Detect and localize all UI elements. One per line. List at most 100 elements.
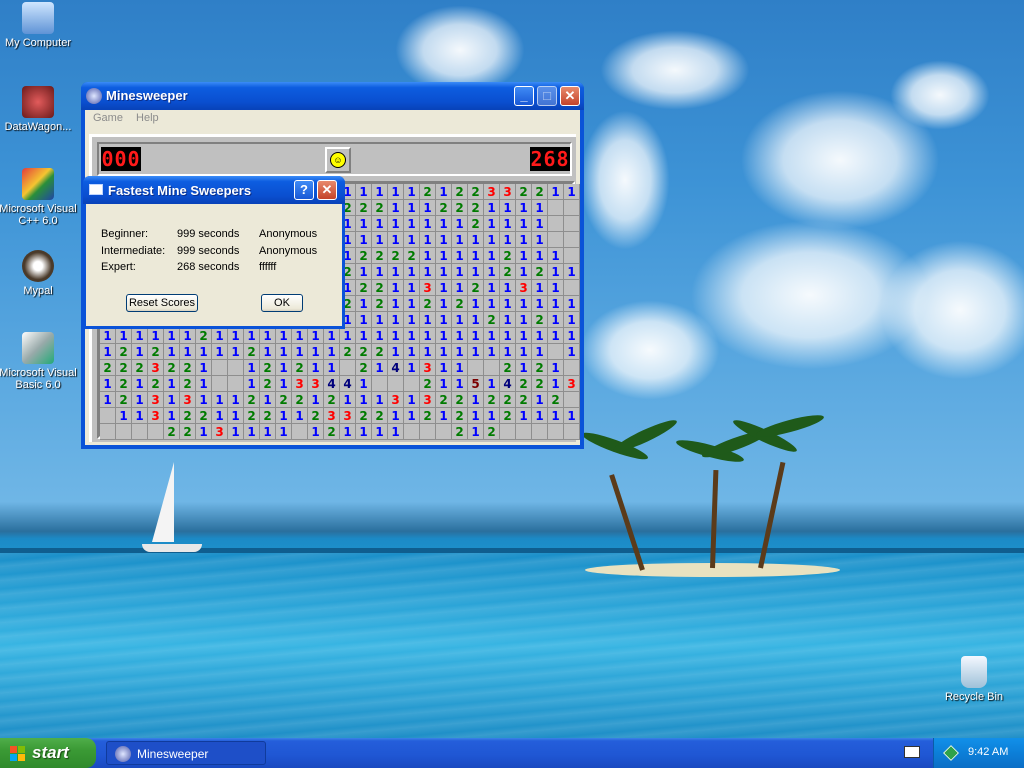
cell-number[interactable]: 1 (548, 328, 564, 344)
cell-number[interactable]: 1 (468, 328, 484, 344)
cell-number[interactable]: 1 (356, 424, 372, 440)
cell-number[interactable]: 1 (404, 280, 420, 296)
cell-number[interactable]: 1 (516, 344, 532, 360)
cell-number[interactable]: 2 (548, 392, 564, 408)
cell-number[interactable]: 1 (564, 408, 580, 424)
cell-number[interactable]: 1 (356, 392, 372, 408)
cell-number[interactable]: 1 (484, 296, 500, 312)
cell-number[interactable]: 1 (356, 264, 372, 280)
cell-number[interactable]: 1 (468, 392, 484, 408)
dialog-title-bar[interactable]: Fastest Mine Sweepers ? ✕ (83, 176, 345, 204)
cell-number[interactable]: 2 (324, 424, 340, 440)
cell-number[interactable]: 1 (548, 184, 564, 200)
cell-number[interactable]: 1 (548, 296, 564, 312)
cell-number[interactable]: 1 (468, 408, 484, 424)
cell-number[interactable]: 1 (308, 344, 324, 360)
cell-number[interactable]: 1 (484, 216, 500, 232)
cell-empty[interactable] (404, 424, 420, 440)
cell-number[interactable]: 2 (404, 248, 420, 264)
cell-number[interactable]: 1 (468, 232, 484, 248)
cell-number[interactable]: 1 (388, 232, 404, 248)
cell-number[interactable]: 1 (356, 312, 372, 328)
cell-number[interactable]: 1 (276, 360, 292, 376)
cell-number[interactable]: 1 (516, 408, 532, 424)
cell-number[interactable]: 1 (212, 328, 228, 344)
cell-number[interactable]: 2 (356, 248, 372, 264)
cell-number[interactable]: 2 (372, 200, 388, 216)
cell-number[interactable]: 1 (308, 424, 324, 440)
cell-number[interactable]: 2 (148, 344, 164, 360)
cell-number[interactable]: 1 (388, 312, 404, 328)
cell-number[interactable]: 1 (532, 296, 548, 312)
cell-number[interactable]: 1 (564, 312, 580, 328)
cell-number[interactable]: 1 (436, 344, 452, 360)
cell-number[interactable]: 1 (452, 216, 468, 232)
cell-number[interactable]: 1 (420, 312, 436, 328)
cell-number[interactable]: 1 (292, 408, 308, 424)
cell-number[interactable]: 1 (324, 360, 340, 376)
cell-empty[interactable] (564, 248, 580, 264)
cell-number[interactable]: 3 (420, 392, 436, 408)
new-game-button[interactable]: ☺ (325, 147, 351, 173)
cell-number[interactable]: 1 (340, 424, 356, 440)
cell-number[interactable]: 1 (404, 328, 420, 344)
ok-button[interactable]: OK (261, 294, 303, 312)
cell-number[interactable]: 1 (516, 360, 532, 376)
cell-number[interactable]: 1 (372, 184, 388, 200)
cell-number[interactable]: 1 (484, 200, 500, 216)
cell-number[interactable]: 1 (420, 200, 436, 216)
cell-empty[interactable] (468, 360, 484, 376)
cell-number[interactable]: 1 (484, 344, 500, 360)
cell-number[interactable]: 1 (292, 344, 308, 360)
clock[interactable]: 9:42 AM (968, 746, 1008, 758)
taskbar-item-minesweeper[interactable]: Minesweeper (106, 741, 266, 765)
cell-number[interactable]: 2 (324, 392, 340, 408)
cell-number[interactable]: 2 (452, 200, 468, 216)
cell-number[interactable]: 3 (500, 184, 516, 200)
cell-number[interactable]: 2 (500, 264, 516, 280)
cell-number[interactable]: 2 (180, 376, 196, 392)
cell-empty[interactable] (388, 376, 404, 392)
cell-number[interactable]: 1 (132, 344, 148, 360)
cell-number[interactable]: 2 (516, 376, 532, 392)
cell-number[interactable]: 1 (308, 328, 324, 344)
cell-number[interactable]: 1 (388, 344, 404, 360)
cell-number[interactable]: 1 (404, 408, 420, 424)
cell-number[interactable]: 1 (500, 280, 516, 296)
cell-number[interactable]: 3 (420, 360, 436, 376)
cell-number[interactable]: 2 (420, 408, 436, 424)
cell-number[interactable]: 1 (324, 328, 340, 344)
cell-number[interactable]: 1 (420, 232, 436, 248)
cell-number[interactable]: 1 (564, 264, 580, 280)
cell-number[interactable]: 1 (404, 264, 420, 280)
cell-number[interactable]: 1 (500, 312, 516, 328)
cell-number[interactable]: 1 (148, 328, 164, 344)
cell-number[interactable]: 1 (388, 184, 404, 200)
cell-number[interactable]: 1 (356, 184, 372, 200)
cell-empty[interactable] (340, 360, 356, 376)
cell-number[interactable]: 2 (372, 408, 388, 424)
cell-number[interactable]: 1 (308, 392, 324, 408)
cell-number[interactable]: 1 (436, 296, 452, 312)
cell-number[interactable]: 1 (436, 312, 452, 328)
cell-number[interactable]: 1 (516, 232, 532, 248)
cell-empty[interactable] (564, 216, 580, 232)
cell-number[interactable]: 1 (388, 408, 404, 424)
cell-number[interactable]: 2 (164, 360, 180, 376)
cell-number[interactable]: 2 (276, 392, 292, 408)
cell-number[interactable]: 1 (468, 424, 484, 440)
cell-number[interactable]: 2 (244, 392, 260, 408)
reset-scores-button[interactable]: Reset Scores (126, 294, 198, 312)
cell-number[interactable]: 4 (500, 376, 516, 392)
cell-number[interactable]: 1 (516, 296, 532, 312)
cell-number[interactable]: 1 (244, 376, 260, 392)
cell-number[interactable]: 1 (404, 392, 420, 408)
cell-number[interactable]: 1 (516, 216, 532, 232)
keyboard-icon[interactable] (904, 746, 920, 758)
desktop-icon-my-computer[interactable]: My Computer (0, 2, 78, 49)
cell-number[interactable]: 1 (420, 344, 436, 360)
cell-number[interactable]: 1 (532, 216, 548, 232)
cell-number[interactable]: 2 (484, 312, 500, 328)
cell-number[interactable]: 1 (516, 200, 532, 216)
cell-number[interactable]: 1 (116, 408, 132, 424)
